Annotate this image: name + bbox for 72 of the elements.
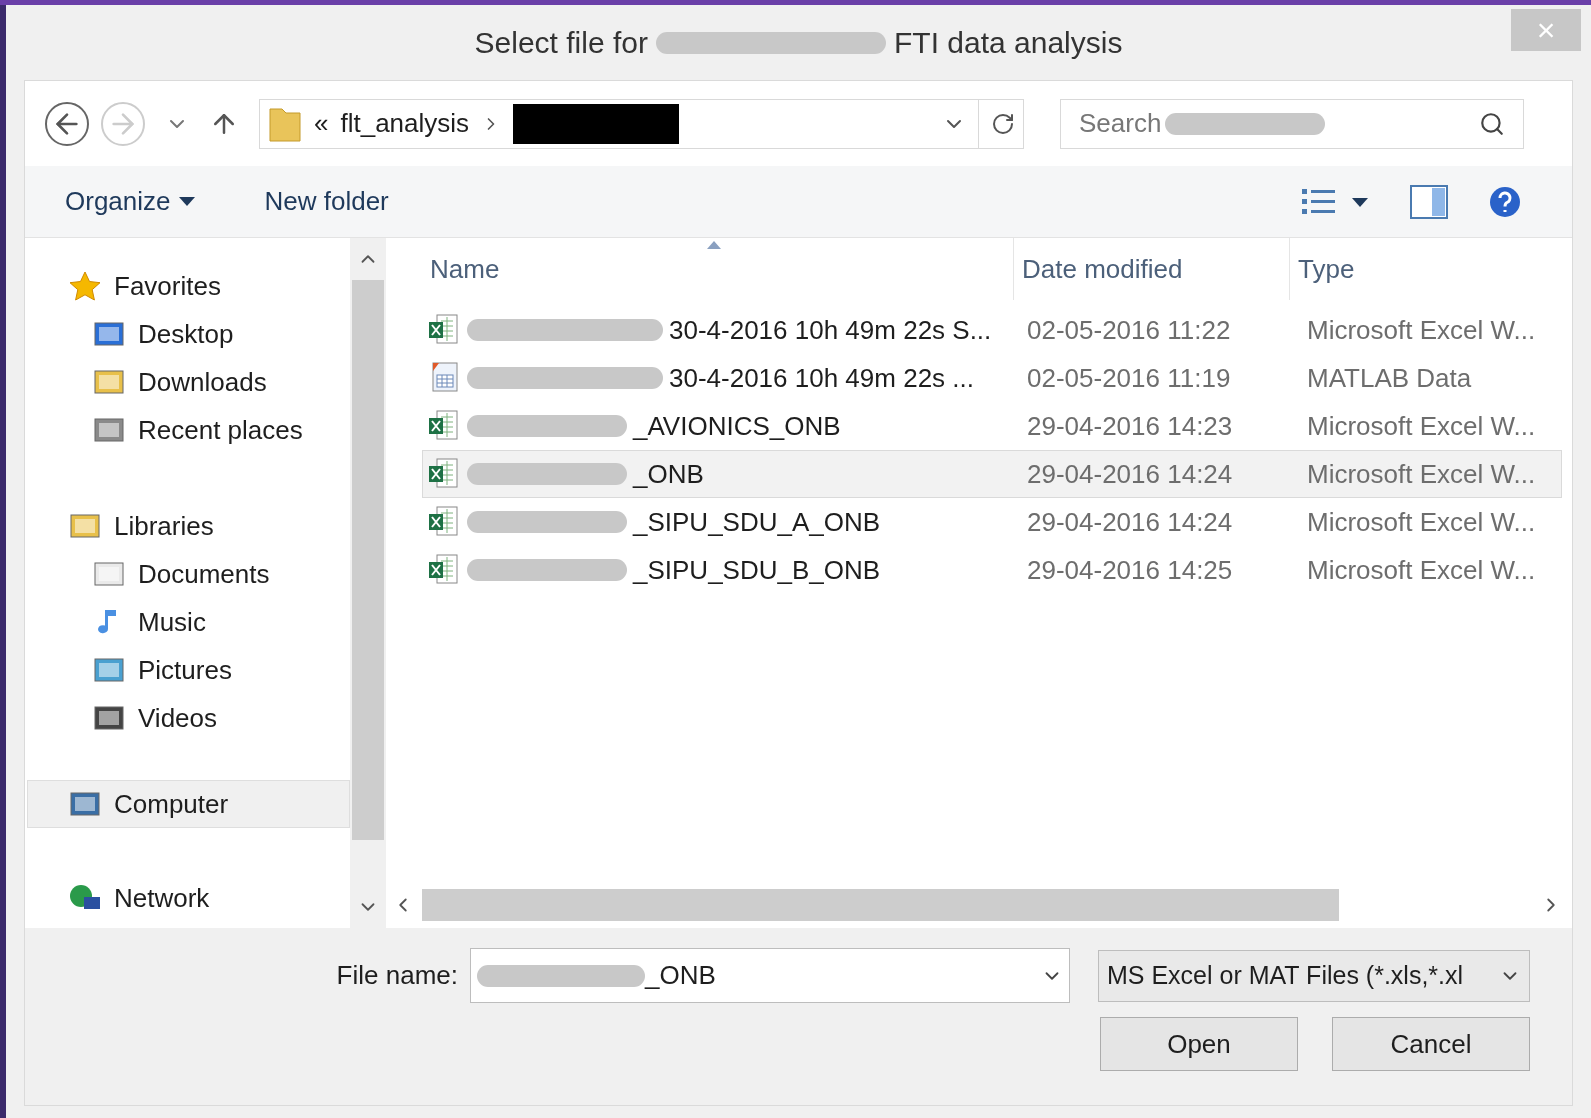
sidebar-item[interactable]: Music	[27, 598, 350, 646]
date-cell-text: 02-05-2016 11:22	[1026, 313, 1232, 347]
file-row[interactable]: 30-4-2016 10h 49m 22s ... 02-05-2016 11:19 MATLAB Data	[422, 354, 1562, 402]
file-row[interactable]: _AVIONICS_ONB 29-04-2016 14:23 Microsoft Excel W...	[422, 402, 1562, 450]
sidebar-item[interactable]: Computer	[27, 780, 350, 828]
type-cell-text: Microsoft Excel W...	[1306, 505, 1537, 539]
help-icon[interactable]	[1488, 184, 1522, 219]
sidebar-item[interactable]: Pictures	[27, 646, 350, 694]
search-icon	[1479, 110, 1505, 137]
file-name: _SIPU_SDU_B_ONB	[633, 553, 881, 587]
file-row[interactable]: _SIPU_SDU_B_ONB 29-04-2016 14:25 Microsoft Excel W...	[422, 546, 1562, 594]
star-icon	[68, 271, 102, 301]
file-name: _SIPU_SDU_A_ONB	[633, 505, 881, 539]
back-button[interactable]	[45, 101, 89, 146]
sort-ascending-icon	[706, 240, 722, 250]
date-cell-text: 29-04-2016 14:23	[1026, 409, 1234, 443]
file-name: 30-4-2016 10h 49m 22s S...	[669, 313, 992, 347]
computer-icon	[68, 789, 102, 819]
sidebar-item[interactable]: Videos	[27, 694, 350, 742]
scroll-thumb[interactable]	[422, 889, 1339, 921]
file-type-dropdown[interactable]: MS Excel or MAT Files (*.xls,*.xl	[1098, 949, 1530, 1002]
spreadsheet-file-icon	[427, 553, 461, 587]
file-name: _AVIONICS_ONB	[633, 409, 841, 443]
picture-icon	[92, 655, 126, 685]
refresh-icon[interactable]	[991, 111, 1015, 136]
search-field[interactable]: Search	[1060, 98, 1524, 149]
column-header[interactable]: Type	[1290, 238, 1562, 300]
sidebar-item[interactable]: Libraries	[27, 502, 350, 550]
organize-menu[interactable]: Organize	[65, 182, 195, 221]
sidebar-item[interactable]: Network	[27, 874, 350, 922]
sidebar-item[interactable]: Documents	[27, 550, 350, 598]
breadcrumb-item[interactable]: flt_analysis	[340, 104, 470, 143]
sidebar-item[interactable]: Recent places	[27, 406, 350, 454]
spreadsheet-file-icon	[427, 313, 461, 347]
date-cell-text: 29-04-2016 14:24	[1026, 505, 1234, 539]
file-name: 30-4-2016 10h 49m 22s ...	[669, 361, 974, 395]
date-cell-text: 02-05-2016 11:19	[1026, 361, 1232, 395]
column-header[interactable]: Date modified	[1014, 238, 1290, 300]
cancel-button[interactable]: Cancel	[1332, 1017, 1530, 1071]
open-button[interactable]: Open	[1100, 1017, 1298, 1071]
sidebar-item[interactable]: Favorites	[27, 262, 350, 310]
file-row[interactable]: _SIPU_SDU_A_ONB 29-04-2016 14:24 Microsoft Excel W...	[422, 498, 1562, 546]
new-folder-button[interactable]: New folder	[264, 182, 389, 221]
file-row[interactable]: 30-4-2016 10h 49m 22s S... 02-05-2016 11:22 Microsoft Excel W...	[422, 306, 1562, 354]
address-bar[interactable]: « flt_analysis	[259, 98, 1024, 149]
preview-pane-icon[interactable]	[1410, 184, 1448, 219]
breadcrumb-overflow[interactable]: «	[314, 104, 329, 143]
scroll-thumb[interactable]	[352, 280, 384, 840]
type-cell-text: Microsoft Excel W...	[1306, 409, 1537, 443]
type-cell-text: MATLAB Data	[1306, 361, 1473, 395]
type-cell-text: Microsoft Excel W...	[1306, 457, 1537, 491]
document-icon	[92, 559, 126, 589]
spreadsheet-file-icon	[427, 409, 461, 443]
date-cell-text: 29-04-2016 14:25	[1026, 553, 1234, 587]
sidebar-item[interactable]: Desktop	[27, 310, 350, 358]
window-title: Select file for	[474, 25, 648, 61]
view-list-icon[interactable]	[1300, 186, 1370, 217]
type-cell-text: Microsoft Excel W...	[1306, 553, 1537, 587]
window-title: FTI data analysis	[894, 25, 1123, 61]
spreadsheet-file-icon	[427, 505, 461, 539]
file-name-label: File name:	[336, 959, 458, 992]
column-header[interactable]: Name	[422, 238, 1014, 300]
date-cell-text: 29-04-2016 14:24	[1026, 457, 1234, 491]
desktop-icon	[92, 319, 126, 349]
sidebar-item[interactable]: Downloads	[27, 358, 350, 406]
file-name-field[interactable]: _ONB	[470, 948, 1070, 1003]
type-cell-text: Microsoft Excel W...	[1306, 313, 1537, 347]
spreadsheet-file-icon	[427, 457, 461, 491]
file-name: _ONB	[633, 457, 704, 491]
file-row[interactable]: _ONB 29-04-2016 14:24 Microsoft Excel W...	[422, 450, 1562, 498]
scrollbar[interactable]	[350, 238, 386, 928]
search-placeholder: Search	[1079, 107, 1162, 140]
